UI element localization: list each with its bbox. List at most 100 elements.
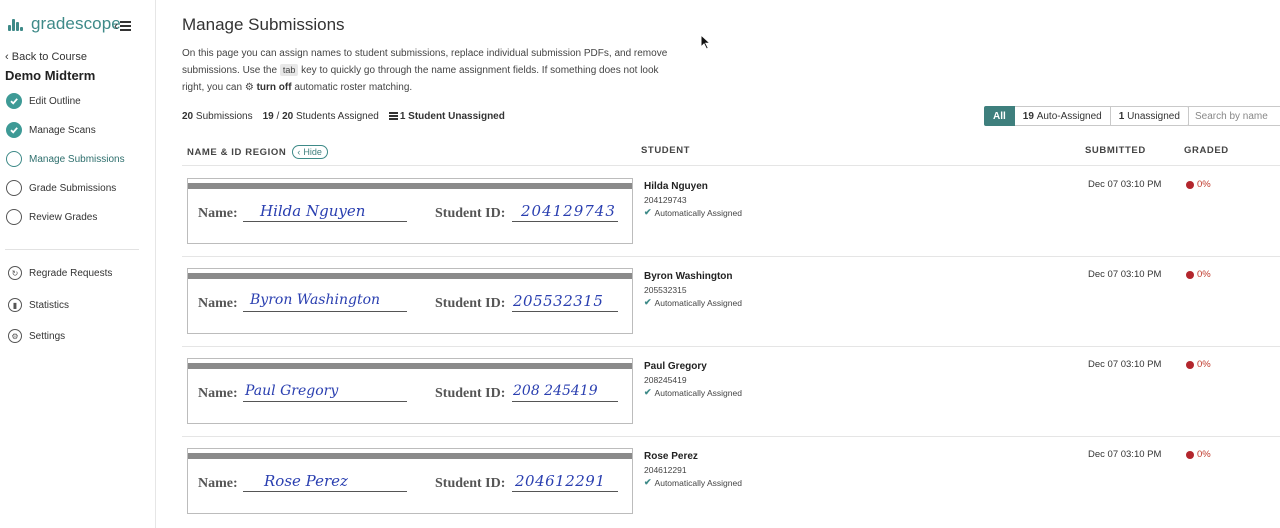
sidebar-divider xyxy=(5,249,139,250)
handwritten-name: Byron Washington xyxy=(250,292,381,308)
step-label: Manage Submissions xyxy=(29,153,125,165)
column-header-student[interactable]: STUDENT xyxy=(641,145,690,156)
chevron-left-icon: ‹ xyxy=(114,18,119,33)
status-dot-icon xyxy=(1186,180,1194,189)
scan-student-id-label: Student ID: xyxy=(435,476,506,491)
student-id: 205532315 xyxy=(644,285,687,295)
students-unassigned: 1 Student Unassigned xyxy=(388,111,505,122)
course-title: Demo Midterm xyxy=(5,68,96,83)
gradescope-logo-icon xyxy=(8,16,24,32)
statistics-icon: ▮ xyxy=(8,298,22,312)
gear-icon: ⚙ xyxy=(8,329,22,343)
submitted-time: Dec 07 03:10 PM xyxy=(1088,269,1162,280)
main-content: Manage Submissions On this page you can … xyxy=(182,0,1280,528)
circle-icon xyxy=(6,209,22,225)
search-input[interactable] xyxy=(1188,106,1280,126)
student-name[interactable]: Paul Gregory xyxy=(644,361,707,372)
hide-label: Hide xyxy=(303,147,322,157)
scan-name-label: Name: xyxy=(198,206,238,221)
gear-icon: ⚙ xyxy=(244,82,257,93)
name-id-region-scan[interactable]: Name: Paul Gregory Student ID: 208 24541… xyxy=(187,358,633,424)
filter-button-group: All 19 Auto-Assigned 1 Unassigned xyxy=(984,106,1189,126)
regrade-icon: ↻ xyxy=(8,266,22,280)
status-dot-icon xyxy=(1186,360,1194,369)
step-manage-submissions[interactable]: Manage Submissions xyxy=(6,150,125,168)
handwritten-id: 204612291 xyxy=(515,472,606,490)
graded-status: 0% xyxy=(1186,359,1211,370)
student-name[interactable]: Byron Washington xyxy=(644,271,733,282)
student-id: 208245419 xyxy=(644,375,687,385)
student-name[interactable]: Hilda Nguyen xyxy=(644,181,708,192)
page-description: On this page you can assign names to stu… xyxy=(182,45,682,96)
filter-auto-assigned-button[interactable]: 19 Auto-Assigned xyxy=(1014,106,1111,126)
step-label: Manage Scans xyxy=(29,124,96,136)
description-text: automatic roster matching. xyxy=(291,82,413,93)
column-header-graded[interactable]: GRADED xyxy=(1184,145,1229,156)
submitted-time: Dec 07 03:10 PM xyxy=(1088,449,1162,460)
table-row[interactable]: Name: Hilda Nguyen Student ID: 204129743… xyxy=(182,166,1280,256)
graded-status: 0% xyxy=(1186,269,1211,280)
step-review-grades[interactable]: Review Grades xyxy=(6,208,97,226)
submissions-count: 20 Submissions xyxy=(182,111,253,122)
sidebar-item-label: Settings xyxy=(29,330,66,342)
tab-key-badge: tab xyxy=(279,64,299,76)
step-manage-scans[interactable]: Manage Scans xyxy=(6,121,96,139)
collapse-sidebar-button[interactable]: ‹ xyxy=(114,18,132,33)
step-label: Edit Outline xyxy=(29,95,81,107)
step-edit-outline[interactable]: Edit Outline xyxy=(6,92,81,110)
sidebar-item-settings[interactable]: ⚙ Settings xyxy=(8,327,65,345)
page-title: Manage Submissions xyxy=(182,15,345,34)
check-circle-icon xyxy=(6,93,22,109)
hide-region-button[interactable]: ‹ Hide xyxy=(292,145,328,159)
student-id: 204612291 xyxy=(644,465,687,475)
sidebar-item-label: Statistics xyxy=(29,299,70,311)
scan-name-label: Name: xyxy=(198,476,238,491)
submitted-time: Dec 07 03:10 PM xyxy=(1088,359,1162,370)
circle-icon xyxy=(6,180,22,196)
table-row[interactable]: Name: Rose Perez Student ID: 204612291 R… xyxy=(182,436,1280,526)
submitted-time: Dec 07 03:10 PM xyxy=(1088,179,1162,190)
scan-name-label: Name: xyxy=(198,386,238,401)
menu-icon xyxy=(120,20,132,31)
status-dot-icon xyxy=(1186,270,1194,279)
name-id-region-scan[interactable]: Name: Byron Washington Student ID: 20553… xyxy=(187,268,633,334)
status-dot-icon xyxy=(1186,450,1194,459)
handwritten-id: 205532315 xyxy=(513,292,604,310)
step-grade-submissions[interactable]: Grade Submissions xyxy=(6,179,116,197)
mouse-cursor-icon xyxy=(700,34,712,50)
graded-status: 0% xyxy=(1186,449,1211,460)
step-label: Review Grades xyxy=(29,211,98,223)
assignment-status: ✔ Automatically Assigned xyxy=(644,387,742,398)
sidebar-item-statistics[interactable]: ▮ Statistics xyxy=(8,296,69,314)
handwritten-name: Rose Perez xyxy=(264,472,348,490)
column-header-submitted[interactable]: SUBMITTED xyxy=(1085,145,1146,156)
assignment-status: ✔ Automatically Assigned xyxy=(644,477,742,488)
scan-student-id-label: Student ID: xyxy=(435,296,506,311)
assignment-status: ✔ Automatically Assigned xyxy=(644,207,742,218)
student-name[interactable]: Rose Perez xyxy=(644,451,698,462)
turn-off-matching-link[interactable]: ⚙ turn off xyxy=(245,82,292,93)
handwritten-id: 208 245419 xyxy=(513,383,598,399)
sidebar-item-regrade-requests[interactable]: ↻ Regrade Requests xyxy=(8,264,112,282)
sidebar: gradescope ‹ ‹ Back to Course Demo Midte… xyxy=(0,0,156,528)
name-id-region-scan[interactable]: Name: Hilda Nguyen Student ID: 204129743 xyxy=(187,178,633,244)
student-id: 204129743 xyxy=(644,195,687,205)
filter-unassigned-button[interactable]: 1 Unassigned xyxy=(1110,106,1189,126)
graded-status: 0% xyxy=(1186,179,1211,190)
sidebar-item-label: Regrade Requests xyxy=(29,267,113,279)
check-icon: ✔ xyxy=(644,207,652,217)
list-icon xyxy=(388,112,398,120)
filter-all-button[interactable]: All xyxy=(984,106,1015,126)
table-row[interactable]: Name: Byron Washington Student ID: 20553… xyxy=(182,256,1280,346)
brand[interactable]: gradescope xyxy=(8,14,121,34)
table-row[interactable]: Name: Paul Gregory Student ID: 208 24541… xyxy=(182,346,1280,436)
column-label: NAME & ID REGION xyxy=(187,146,287,158)
back-to-course-link[interactable]: ‹ Back to Course xyxy=(5,51,87,63)
column-header-name-id-region: NAME & ID REGION ‹ Hide xyxy=(187,145,328,159)
check-icon: ✔ xyxy=(644,477,652,487)
chevron-left-icon: ‹ xyxy=(297,147,301,157)
name-id-region-scan[interactable]: Name: Rose Perez Student ID: 204612291 xyxy=(187,448,633,514)
assignment-status: ✔ Automatically Assigned xyxy=(644,297,742,308)
check-circle-icon xyxy=(6,122,22,138)
handwritten-id: 204129743 xyxy=(521,202,616,220)
